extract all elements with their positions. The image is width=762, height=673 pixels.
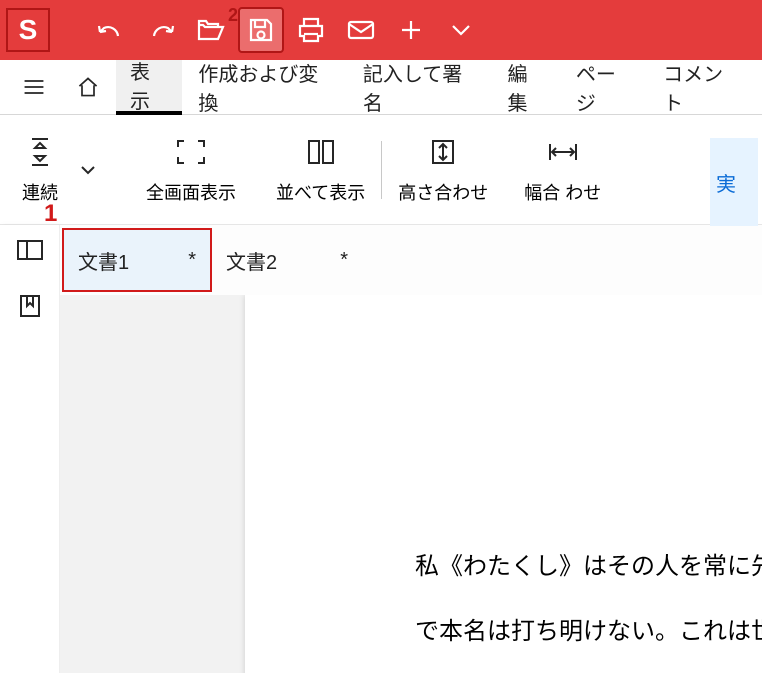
actual-size-label: 実 bbox=[716, 168, 736, 197]
fit-height-label: 高さ合わせ bbox=[398, 179, 488, 205]
document-canvas[interactable]: 私《わたくし》はその人を常に先生と呼ん で本名は打ち明けない。これは世間を憚 bbox=[60, 295, 762, 673]
mail-button[interactable] bbox=[338, 7, 384, 53]
titlebar: S 2 bbox=[0, 0, 762, 60]
document-tab-2-dirty: * bbox=[340, 249, 348, 272]
document-tab-1-dirty: * bbox=[188, 249, 196, 272]
open-badge: 2 bbox=[228, 5, 238, 26]
document-page: 私《わたくし》はその人を常に先生と呼ん で本名は打ち明けない。これは世間を憚 bbox=[245, 295, 762, 673]
document-tab-2-label: 文書2 bbox=[226, 246, 277, 275]
fit-width-label: 幅合 わせ bbox=[524, 179, 601, 205]
bookmark-button[interactable] bbox=[11, 287, 49, 325]
tile-label: 並べて表示 bbox=[276, 179, 365, 205]
tab-pages[interactable]: ページ bbox=[562, 60, 647, 115]
redo-button[interactable] bbox=[138, 7, 184, 53]
tab-comment[interactable]: コメント bbox=[649, 60, 754, 115]
ribbon: 連続 全画面表示 並べて表示 高 bbox=[0, 115, 762, 225]
more-dropdown[interactable] bbox=[438, 7, 484, 53]
callout-1: 1 bbox=[44, 200, 57, 228]
continuous-dropdown[interactable] bbox=[68, 163, 108, 177]
fit-height-icon bbox=[427, 135, 459, 169]
continuous-button[interactable]: 連続 bbox=[12, 126, 68, 214]
work-area: 文書1 * 文書2 * 私《わたくし》はその人を常に先生と呼ん で本名は打ち明け… bbox=[0, 225, 762, 673]
save-button[interactable] bbox=[238, 7, 284, 53]
fit-height-button[interactable]: 高さ合わせ bbox=[388, 126, 498, 214]
undo-button[interactable] bbox=[88, 7, 134, 53]
ribbon-separator bbox=[381, 141, 382, 199]
hamburger-button[interactable] bbox=[8, 60, 60, 115]
menubar: 表示 作成および変換 記入して署名 編集 ページ コメント bbox=[0, 60, 762, 115]
tab-edit[interactable]: 編集 bbox=[494, 60, 560, 115]
fullscreen-button[interactable]: 全画面表示 bbox=[136, 126, 246, 214]
tab-create-convert[interactable]: 作成および変換 bbox=[184, 60, 346, 115]
continuous-icon bbox=[23, 135, 57, 169]
panel-toggle-button[interactable] bbox=[11, 231, 49, 269]
tab-view[interactable]: 表示 bbox=[116, 60, 182, 115]
document-tab-1[interactable]: 文書1 * bbox=[62, 228, 212, 292]
tab-fill-sign[interactable]: 記入して署名 bbox=[349, 60, 492, 115]
tile-button[interactable]: 並べて表示 bbox=[266, 126, 375, 214]
app-logo: S bbox=[6, 8, 50, 52]
print-button[interactable] bbox=[288, 7, 334, 53]
add-button[interactable] bbox=[388, 7, 434, 53]
open-button[interactable]: 2 bbox=[188, 7, 234, 53]
fit-width-button[interactable]: 幅合 わせ bbox=[514, 126, 611, 214]
doc-line-1: 私《わたくし》はその人を常に先生と呼ん bbox=[245, 535, 762, 600]
fullscreen-icon bbox=[174, 135, 208, 169]
document-tab-1-label: 文書1 bbox=[78, 246, 129, 275]
home-button[interactable] bbox=[62, 60, 114, 115]
tile-icon bbox=[303, 135, 339, 169]
side-panel bbox=[0, 225, 60, 673]
fit-width-icon bbox=[546, 135, 580, 169]
document-tabs: 文書1 * 文書2 * bbox=[60, 225, 762, 295]
doc-line-2: で本名は打ち明けない。これは世間を憚 bbox=[245, 600, 762, 665]
document-tab-2[interactable]: 文書2 * bbox=[212, 228, 362, 292]
actual-size-button[interactable]: 実 bbox=[710, 138, 758, 226]
fullscreen-label: 全画面表示 bbox=[146, 179, 236, 205]
